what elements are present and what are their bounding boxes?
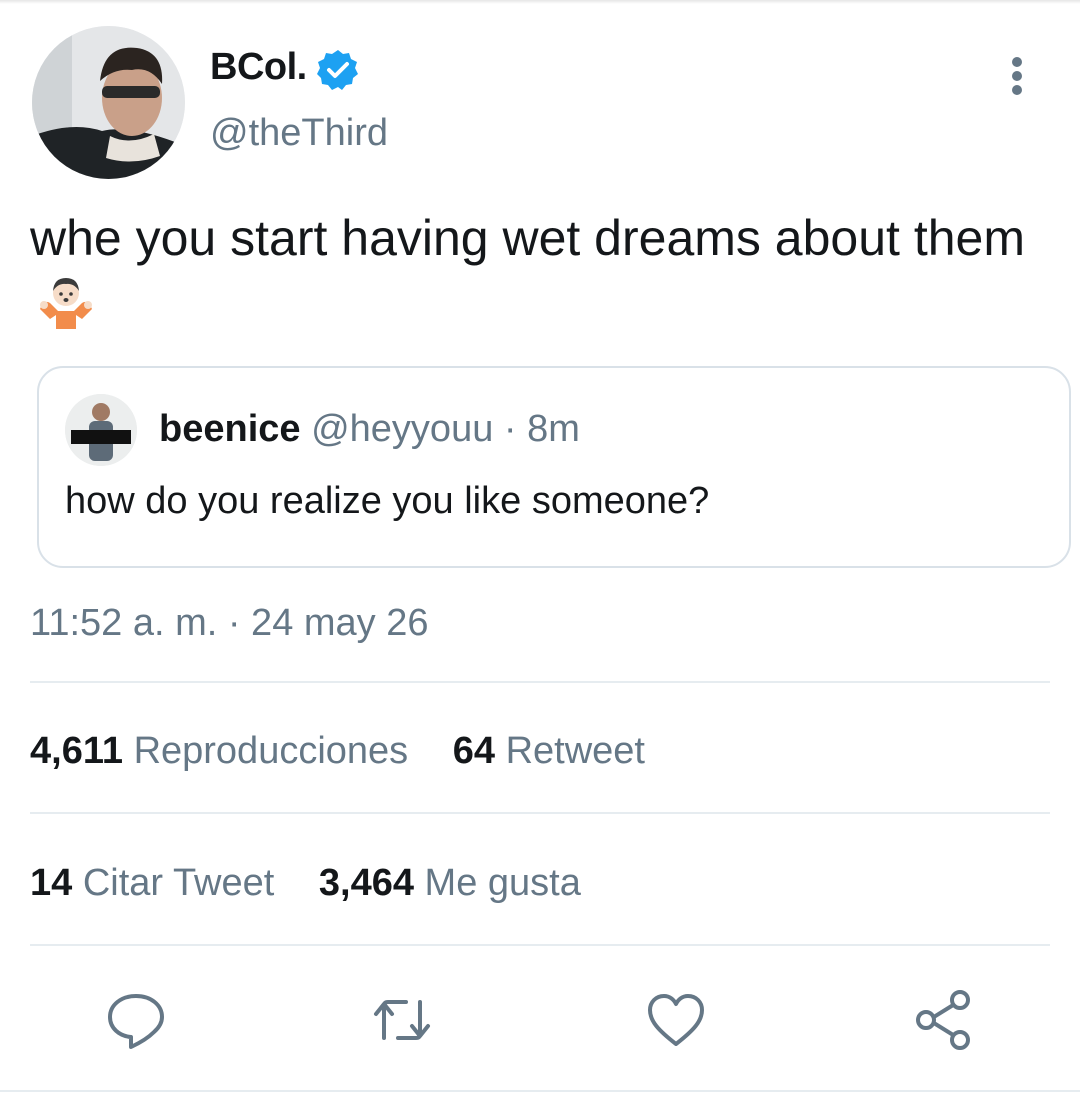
top-edge [0, 0, 1080, 4]
likes-label: Me gusta [424, 862, 581, 904]
reply-icon[interactable] [104, 988, 168, 1052]
verified-badge-icon [316, 48, 360, 92]
quoted-tweet-header: beenice @heyyouu · 8m [159, 408, 580, 451]
quoted-tweet-card[interactable]: beenice @heyyouu · 8m how do you realize… [37, 366, 1071, 568]
author-display-name[interactable]: BCol. [210, 46, 307, 89]
stats-row-2: 14 Citar Tweet 3,464 Me gusta [30, 862, 615, 905]
divider [0, 1090, 1080, 1092]
person-shrugging-emoji-icon [36, 269, 96, 329]
quoted-author-avatar[interactable] [65, 394, 137, 466]
quoted-author-handle[interactable]: @heyyouu [311, 408, 493, 450]
retweet-icon[interactable] [370, 988, 434, 1052]
tweet-timestamp[interactable]: 11:52 a. m. · 24 may 26 [30, 602, 429, 645]
stats-row-1: 4,611 Reproducciones 64 Retweet [30, 730, 679, 773]
quoted-author-name[interactable]: beenice [159, 408, 301, 450]
views-stat[interactable]: 4,611 Reproducciones [30, 730, 419, 772]
retweets-label: Retweet [505, 730, 645, 772]
views-label: Reproducciones [133, 730, 409, 772]
quotes-count: 14 [30, 862, 73, 904]
quoted-tweet-text: how do you realize you like someone? [65, 480, 710, 522]
likes-count: 3,464 [318, 862, 414, 904]
views-count: 4,611 [30, 730, 123, 772]
divider [30, 812, 1050, 814]
divider [30, 681, 1050, 683]
retweets-count: 64 [452, 730, 496, 772]
like-icon[interactable] [644, 988, 708, 1052]
tweet-text: whe you start having wet dreams about th… [30, 208, 1030, 333]
quotes-label: Citar Tweet [82, 862, 275, 904]
author-handle[interactable]: @theThird [210, 112, 388, 155]
more-options-icon[interactable] [1004, 56, 1030, 96]
quoted-tweet-time: · 8m [503, 408, 580, 450]
retweets-stat[interactable]: 64 Retweet [453, 730, 645, 772]
author-avatar[interactable] [32, 26, 185, 179]
quotes-stat[interactable]: 14 Citar Tweet [30, 862, 285, 904]
tweet-text-content: whe you start having wet dreams about th… [30, 210, 1025, 266]
share-icon[interactable] [912, 988, 976, 1052]
likes-stat[interactable]: 3,464 Me gusta [319, 862, 581, 904]
divider [30, 944, 1050, 946]
